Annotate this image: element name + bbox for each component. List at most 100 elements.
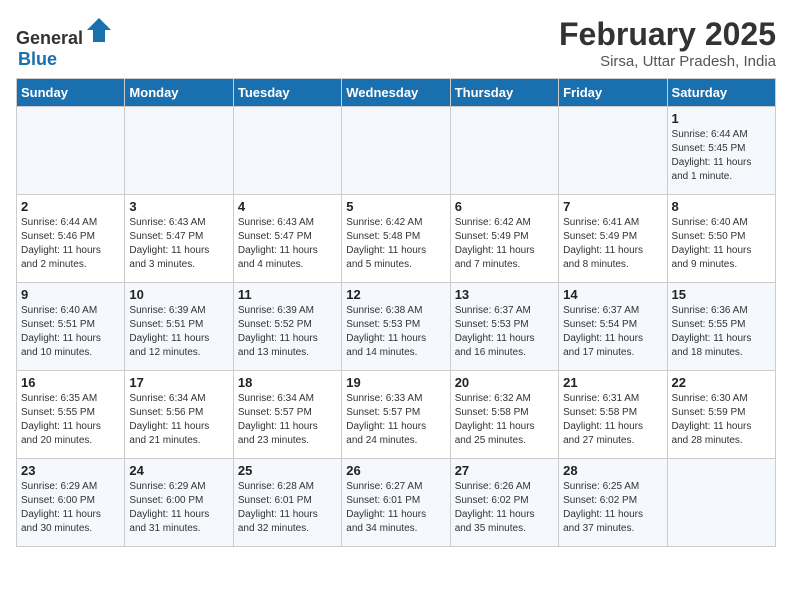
logo-icon [85,16,113,44]
day-number: 22 [672,375,771,390]
calendar-cell: 13 Sunrise: 6:37 AM Sunset: 5:53 PM Dayli… [450,283,558,371]
day-detail: Sunrise: 6:43 AM Sunset: 5:47 PM Dayligh… [238,216,337,272]
header-row: Sunday Monday Tuesday Wednesday Thursday… [17,79,776,107]
day-detail: Sunrise: 6:27 AM Sunset: 6:01 PM Dayligh… [346,480,445,536]
title-block: February 2025 Sirsa, Uttar Pradesh, Indi… [559,16,776,70]
week-row-1: 1Sunrise: 6:44 AM Sunset: 5:45 PM Daylig… [17,107,776,195]
day-number: 16 [21,375,120,390]
day-detail: Sunrise: 6:28 AM Sunset: 6:01 PM Dayligh… [238,480,337,536]
header-sunday: Sunday [17,79,125,107]
calendar-cell: 19 Sunrise: 6:33 AM Sunset: 5:57 PM Dayli… [342,371,450,459]
day-number: 10 [129,287,228,302]
calendar-cell: 22 Sunrise: 6:30 AM Sunset: 5:59 PM Dayli… [667,371,775,459]
day-detail: Sunrise: 6:30 AM Sunset: 5:59 PM Dayligh… [672,392,771,448]
day-detail: Sunrise: 6:42 AM Sunset: 5:48 PM Dayligh… [346,216,445,272]
header-monday: Monday [125,79,233,107]
calendar-cell: 16Sunrise: 6:35 AM Sunset: 5:55 PM Dayli… [17,371,125,459]
calendar-cell: 14 Sunrise: 6:37 AM Sunset: 5:54 PM Dayli… [559,283,667,371]
day-number: 15 [672,287,771,302]
calendar-cell: 9 Sunrise: 6:40 AM Sunset: 5:51 PM Daylig… [17,283,125,371]
week-row-2: 2 Sunrise: 6:44 AM Sunset: 5:46 PM Daylig… [17,195,776,283]
day-detail: Sunrise: 6:31 AM Sunset: 5:58 PM Dayligh… [563,392,662,448]
logo-blue: Blue [18,49,57,69]
day-detail: Sunrise: 6:33 AM Sunset: 5:57 PM Dayligh… [346,392,445,448]
header-friday: Friday [559,79,667,107]
calendar-cell: 21Sunrise: 6:31 AM Sunset: 5:58 PM Dayli… [559,371,667,459]
calendar-table: Sunday Monday Tuesday Wednesday Thursday… [16,78,776,547]
day-detail: Sunrise: 6:26 AM Sunset: 6:02 PM Dayligh… [455,480,554,536]
day-detail: Sunrise: 6:36 AM Sunset: 5:55 PM Dayligh… [672,304,771,360]
logo: General Blue [16,16,113,70]
week-row-5: 23 Sunrise: 6:29 AM Sunset: 6:00 PM Dayli… [17,459,776,547]
day-detail: Sunrise: 6:29 AM Sunset: 6:00 PM Dayligh… [129,480,228,536]
day-number: 4 [238,199,337,214]
day-number: 9 [21,287,120,302]
calendar-cell: 17 Sunrise: 6:34 AM Sunset: 5:56 PM Dayli… [125,371,233,459]
day-detail: Sunrise: 6:44 AM Sunset: 5:45 PM Dayligh… [672,128,771,184]
calendar-cell [559,107,667,195]
calendar-cell: 3 Sunrise: 6:43 AM Sunset: 5:47 PM Daylig… [125,195,233,283]
calendar-cell [125,107,233,195]
week-row-4: 16Sunrise: 6:35 AM Sunset: 5:55 PM Dayli… [17,371,776,459]
day-number: 12 [346,287,445,302]
calendar-cell: 11 Sunrise: 6:39 AM Sunset: 5:52 PM Dayli… [233,283,341,371]
day-number: 23 [21,463,120,478]
header-wednesday: Wednesday [342,79,450,107]
day-number: 24 [129,463,228,478]
logo-general: General [16,28,83,48]
day-detail: Sunrise: 6:42 AM Sunset: 5:49 PM Dayligh… [455,216,554,272]
week-row-3: 9 Sunrise: 6:40 AM Sunset: 5:51 PM Daylig… [17,283,776,371]
calendar-cell: 8 Sunrise: 6:40 AM Sunset: 5:50 PM Daylig… [667,195,775,283]
calendar-cell: 6 Sunrise: 6:42 AM Sunset: 5:49 PM Daylig… [450,195,558,283]
calendar-cell: 28Sunrise: 6:25 AM Sunset: 6:02 PM Dayli… [559,459,667,547]
day-number: 20 [455,375,554,390]
day-detail: Sunrise: 6:29 AM Sunset: 6:00 PM Dayligh… [21,480,120,536]
calendar-cell [342,107,450,195]
calendar-cell: 26 Sunrise: 6:27 AM Sunset: 6:01 PM Dayli… [342,459,450,547]
day-detail: Sunrise: 6:44 AM Sunset: 5:46 PM Dayligh… [21,216,120,272]
calendar-cell: 25 Sunrise: 6:28 AM Sunset: 6:01 PM Dayli… [233,459,341,547]
day-number: 8 [672,199,771,214]
day-detail: Sunrise: 6:25 AM Sunset: 6:02 PM Dayligh… [563,480,662,536]
day-number: 17 [129,375,228,390]
month-title: February 2025 [559,16,776,53]
header-tuesday: Tuesday [233,79,341,107]
day-detail: Sunrise: 6:39 AM Sunset: 5:51 PM Dayligh… [129,304,228,360]
day-detail: Sunrise: 6:40 AM Sunset: 5:50 PM Dayligh… [672,216,771,272]
page-header: General Blue February 2025 Sirsa, Uttar … [16,16,776,70]
day-number: 14 [563,287,662,302]
calendar-cell: 15 Sunrise: 6:36 AM Sunset: 5:55 PM Dayli… [667,283,775,371]
day-number: 19 [346,375,445,390]
day-number: 2 [21,199,120,214]
calendar-cell: 5Sunrise: 6:42 AM Sunset: 5:48 PM Daylig… [342,195,450,283]
day-number: 27 [455,463,554,478]
day-number: 7 [563,199,662,214]
day-detail: Sunrise: 6:37 AM Sunset: 5:53 PM Dayligh… [455,304,554,360]
day-number: 25 [238,463,337,478]
calendar-cell: 20Sunrise: 6:32 AM Sunset: 5:58 PM Dayli… [450,371,558,459]
day-number: 26 [346,463,445,478]
calendar-cell [17,107,125,195]
header-saturday: Saturday [667,79,775,107]
calendar-cell [233,107,341,195]
location-title: Sirsa, Uttar Pradesh, India [559,53,776,70]
day-detail: Sunrise: 6:34 AM Sunset: 5:56 PM Dayligh… [129,392,228,448]
day-detail: Sunrise: 6:41 AM Sunset: 5:49 PM Dayligh… [563,216,662,272]
calendar-cell: 10 Sunrise: 6:39 AM Sunset: 5:51 PM Dayli… [125,283,233,371]
calendar-cell: 4 Sunrise: 6:43 AM Sunset: 5:47 PM Daylig… [233,195,341,283]
day-number: 13 [455,287,554,302]
day-number: 6 [455,199,554,214]
day-detail: Sunrise: 6:37 AM Sunset: 5:54 PM Dayligh… [563,304,662,360]
calendar-cell [667,459,775,547]
calendar-cell: 18Sunrise: 6:34 AM Sunset: 5:57 PM Dayli… [233,371,341,459]
calendar-cell: 24 Sunrise: 6:29 AM Sunset: 6:00 PM Dayli… [125,459,233,547]
day-number: 11 [238,287,337,302]
day-detail: Sunrise: 6:34 AM Sunset: 5:57 PM Dayligh… [238,392,337,448]
day-detail: Sunrise: 6:40 AM Sunset: 5:51 PM Dayligh… [21,304,120,360]
day-detail: Sunrise: 6:43 AM Sunset: 5:47 PM Dayligh… [129,216,228,272]
calendar-cell: 7 Sunrise: 6:41 AM Sunset: 5:49 PM Daylig… [559,195,667,283]
calendar-cell [450,107,558,195]
day-number: 3 [129,199,228,214]
day-detail: Sunrise: 6:39 AM Sunset: 5:52 PM Dayligh… [238,304,337,360]
header-thursday: Thursday [450,79,558,107]
